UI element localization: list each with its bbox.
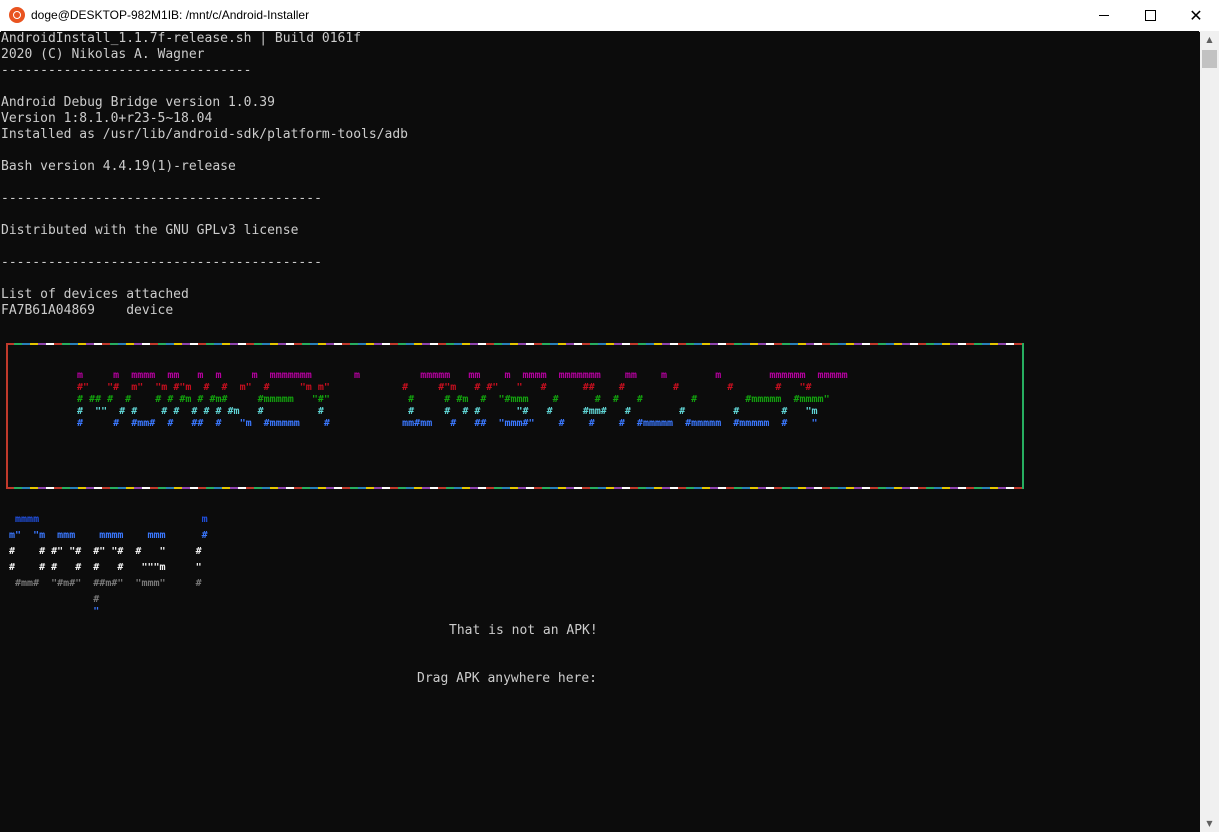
minimize-icon: [1099, 15, 1109, 16]
ascii-logo-line: #mm# "#m#" ##m#" "mmm" #: [9, 578, 202, 589]
window-title: doge@DESKTOP-982M1IB: /mnt/c/Android-Ins…: [31, 8, 310, 22]
maximize-icon: [1144, 10, 1156, 21]
ascii-logo-line: # # #" "# #" "# # " #: [9, 546, 202, 557]
maximize-button[interactable]: [1127, 0, 1173, 31]
error-message: That is not an APK!: [449, 623, 598, 638]
terminal-line: Android Debug Bridge version 1.0.39: [1, 95, 275, 110]
scroll-down-arrow-icon[interactable]: ▼: [1200, 815, 1219, 832]
drag-prompt[interactable]: Drag APK anywhere here:: [417, 671, 597, 687]
terminal-line: ----------------------------------------…: [1, 191, 322, 206]
terminal-line: AndroidInstall_1.1.7f-release.sh | Build…: [1, 31, 362, 46]
vertical-scrollbar[interactable]: ▲ ▼: [1200, 31, 1219, 832]
scrollbar-thumb[interactable]: [1202, 50, 1217, 68]
terminal-line: FA7B61A04869 device: [1, 303, 174, 318]
ascii-banner-line: # ## # # # # #m # #m# #mmmmm "#" # # #m …: [71, 394, 830, 405]
terminal-line: 2020 (C) Nikolas A. Wagner: [1, 47, 205, 62]
ascii-logo-line: m" "m mmm mmmm mmm #: [9, 530, 208, 541]
ascii-logo-line: #: [9, 594, 100, 605]
terminal-line: ----------------------------------------…: [1, 255, 322, 270]
ascii-banner-line: #" "# m" "m #"m # # m" # "m m" # #"m # #…: [71, 382, 812, 393]
window-titlebar[interactable]: doge@DESKTOP-982M1IB: /mnt/c/Android-Ins…: [0, 0, 1219, 32]
ascii-logo-line: mmmm m: [9, 514, 208, 525]
ascii-logo-line: # # # # # # """m ": [9, 562, 202, 573]
terminal-output[interactable]: AndroidInstall_1.1.7f-release.sh | Build…: [1, 31, 1199, 831]
scroll-up-arrow-icon[interactable]: ▲: [1200, 31, 1219, 48]
terminal-line: Distributed with the GNU GPLv3 license: [1, 223, 299, 238]
ascii-banner-line: # "" # # # # # # # #m # # # # # # "# # #…: [71, 406, 818, 417]
terminal-line: --------------------------------: [1, 63, 252, 78]
minimize-button[interactable]: [1081, 0, 1127, 31]
terminal-line: Version 1:8.1.0+r23-5~18.04: [1, 111, 213, 126]
close-icon: ✕: [1189, 5, 1203, 25]
close-button[interactable]: ✕: [1173, 0, 1219, 31]
terminal-line: Bash version 4.4.19(1)-release: [1, 159, 236, 174]
ascii-logo-line: ": [9, 606, 100, 617]
ascii-banner-line: # # #mm# # ## # "m #mmmmm # mm#mm # ## "…: [71, 418, 818, 429]
terminal-line: List of devices attached: [1, 287, 189, 302]
terminal-line: Installed as /usr/lib/android-sdk/platfo…: [1, 127, 408, 142]
ascii-banner-line: m m mmmm mm m m m mmmmmmm m mmmmm mm m m…: [71, 370, 848, 381]
ubuntu-icon: [9, 7, 25, 23]
